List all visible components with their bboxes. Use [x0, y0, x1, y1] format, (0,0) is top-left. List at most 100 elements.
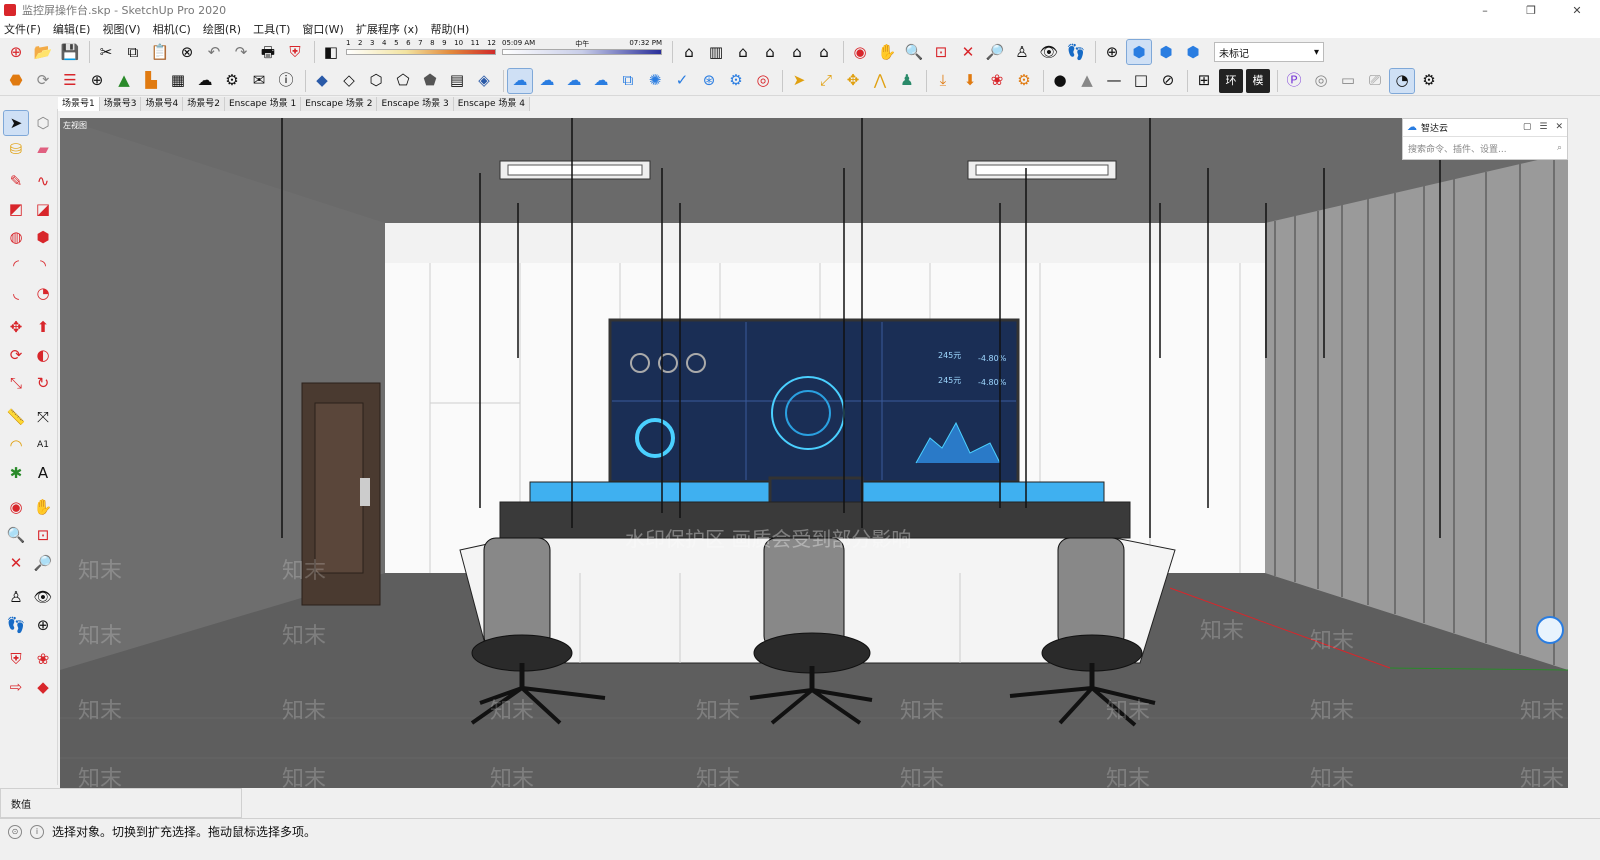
- menu-extensions[interactable]: 扩展程序 (x): [356, 21, 419, 37]
- arc-tool-icon[interactable]: ◜: [4, 253, 28, 277]
- info-icon[interactable]: ⓘ: [274, 69, 298, 93]
- panel-menu-icon[interactable]: ☰: [1539, 122, 1547, 132]
- grid-table-icon[interactable]: ⊞: [1192, 69, 1216, 93]
- rectangle-icon[interactable]: □: [1129, 69, 1153, 93]
- box-outline-icon[interactable]: ⬡: [364, 69, 388, 93]
- zoom-extents-tool-icon[interactable]: ✕: [4, 551, 28, 575]
- move-cross-icon[interactable]: ✥: [841, 69, 865, 93]
- stairs-icon[interactable]: ▙: [139, 69, 163, 93]
- erase-icon[interactable]: ⊗: [175, 40, 199, 64]
- model-text-icon[interactable]: 模: [1246, 68, 1270, 93]
- walk-icon[interactable]: 👣: [1064, 40, 1088, 64]
- paint-bucket-icon[interactable]: ⛁: [4, 137, 28, 161]
- point-icon[interactable]: ●: [1048, 69, 1072, 93]
- download-circle-icon[interactable]: ⊛: [697, 69, 721, 93]
- look-around-icon[interactable]: 👁: [1037, 40, 1061, 64]
- plugin-search-input[interactable]: 搜索命令、插件、设置... ⌕: [1403, 137, 1567, 159]
- panel-maximize-icon[interactable]: ▢: [1523, 122, 1532, 132]
- cloud-sync-icon[interactable]: ☁: [562, 69, 586, 93]
- zoom-extents-icon[interactable]: ✕: [956, 40, 980, 64]
- zoom-icon[interactable]: 🔍: [902, 40, 926, 64]
- undo-icon[interactable]: ↶: [202, 40, 226, 64]
- menu-view[interactable]: 视图(V): [102, 21, 140, 37]
- menu-draw[interactable]: 绘图(R): [203, 21, 241, 37]
- new-file-icon[interactable]: ⊕: [4, 40, 28, 64]
- top-view-icon[interactable]: ▥: [704, 40, 728, 64]
- cone-icon[interactable]: ▲: [1075, 69, 1099, 93]
- chrome-icon[interactable]: ◎: [751, 69, 775, 93]
- refresh-icon[interactable]: ⟳: [31, 69, 55, 93]
- look-around-tool-icon[interactable]: 👁: [31, 585, 55, 609]
- circle-tool-icon[interactable]: ◍: [4, 225, 28, 249]
- pan-tool-icon[interactable]: ✋: [31, 495, 55, 519]
- model-info-icon[interactable]: ⛨: [283, 40, 307, 64]
- minimize-button[interactable]: –: [1462, 0, 1508, 20]
- left-view-icon[interactable]: ⌂: [812, 40, 836, 64]
- push-pull-icon[interactable]: ⬆: [31, 315, 55, 339]
- menu-window[interactable]: 窗口(W): [302, 21, 343, 37]
- settings-circle-icon[interactable]: ⚙: [724, 69, 748, 93]
- molecule-icon[interactable]: ✺: [643, 69, 667, 93]
- warehouse-tool-icon[interactable]: ⛨: [4, 647, 28, 671]
- pencil-icon[interactable]: ✎: [4, 169, 28, 193]
- position-camera-tool-icon[interactable]: ♙: [4, 585, 28, 609]
- zoom-window-icon[interactable]: ⊡: [929, 40, 953, 64]
- cloud-search-icon[interactable]: ☁: [535, 69, 559, 93]
- checker-icon[interactable]: ▦: [166, 69, 190, 93]
- face-outline-icon[interactable]: ⬠: [391, 69, 415, 93]
- tree-icon[interactable]: ▲: [112, 69, 136, 93]
- menu-edit[interactable]: 编辑(E): [53, 21, 91, 37]
- extension-tool-icon[interactable]: ❀: [31, 647, 55, 671]
- polygon-tool-icon[interactable]: ⬢: [31, 225, 55, 249]
- iso-view-icon[interactable]: ⌂: [677, 40, 701, 64]
- menu-file[interactable]: 文件(F): [4, 21, 41, 37]
- axes-tool-icon[interactable]: ✱: [4, 461, 28, 485]
- menu-camera[interactable]: 相机(C): [153, 21, 191, 37]
- tab-scene-1[interactable]: 场景号1: [58, 97, 100, 111]
- eraser-icon[interactable]: ▰: [31, 137, 55, 161]
- zoom-tool-icon[interactable]: 🔍: [4, 523, 28, 547]
- freehand-icon[interactable]: ∿: [31, 169, 55, 193]
- arc3-tool-icon[interactable]: ◟: [4, 281, 28, 305]
- tag-select[interactable]: 未标记 ▾: [1214, 42, 1324, 62]
- move-tool-icon[interactable]: ✥: [4, 315, 28, 339]
- select-tool-icon[interactable]: ➤: [3, 110, 29, 136]
- save-icon[interactable]: 💾: [58, 40, 82, 64]
- panel-close-icon[interactable]: ✕: [1555, 122, 1563, 132]
- drop-down-icon[interactable]: ⤓: [931, 69, 955, 93]
- axes-icon[interactable]: ⊕: [1100, 40, 1124, 64]
- menu-help[interactable]: 帮助(H): [430, 21, 469, 37]
- window-expand-icon[interactable]: ⧉: [616, 69, 640, 93]
- line-icon[interactable]: —: [1102, 69, 1126, 93]
- shadow-time-slider[interactable]: 05:09 AM 中午 07:32 PM: [502, 39, 662, 65]
- face-solid-icon[interactable]: ⬟: [418, 69, 442, 93]
- view-circle-icon[interactable]: ◎: [1309, 69, 1333, 93]
- tile-icon[interactable]: ◈: [472, 69, 496, 93]
- open-folder-icon[interactable]: 📂: [31, 40, 55, 64]
- ruby-tool-icon[interactable]: ◆: [31, 675, 55, 699]
- arc2-tool-icon[interactable]: ◝: [31, 253, 55, 277]
- pie-tool-icon[interactable]: ◔: [31, 281, 55, 305]
- follow-me-icon[interactable]: ◐: [31, 343, 55, 367]
- layers-stack-icon[interactable]: ☰: [58, 69, 82, 93]
- tab-scene-4[interactable]: 场景号4: [141, 97, 184, 111]
- move-diag-icon[interactable]: ⤢: [814, 69, 838, 93]
- env-text-icon[interactable]: 环: [1219, 68, 1243, 93]
- shadow-date-slider[interactable]: 1 2 3 4 5 6 7 8 9 10 11 12: [346, 39, 496, 65]
- select-arrow-icon[interactable]: ➤: [787, 69, 811, 93]
- model-viewport[interactable]: 245元 -4.80% 245元 -4.80% 水印保护区 画质会受到部分影响 …: [60, 118, 1568, 788]
- menu-tools[interactable]: 工具(T): [253, 21, 290, 37]
- hidden-line-style-icon[interactable]: ⬢: [1154, 40, 1178, 64]
- shadows-toggle-icon[interactable]: ◧: [319, 40, 343, 64]
- copy-icon[interactable]: ⧉: [121, 40, 145, 64]
- close-button[interactable]: ✕: [1554, 0, 1600, 20]
- cube-blue-icon[interactable]: ◆: [310, 69, 334, 93]
- previous-view-icon[interactable]: 🔎: [983, 40, 1007, 64]
- rotate-tool-icon[interactable]: ⟳: [4, 343, 28, 367]
- tab-enscape-2[interactable]: Enscape 场景 2: [301, 97, 378, 111]
- cube-outline-icon[interactable]: ◇: [337, 69, 361, 93]
- mail-icon[interactable]: ✉: [247, 69, 271, 93]
- instructor-icon[interactable]: i: [30, 824, 44, 839]
- add-circle-icon[interactable]: ⊕: [85, 69, 109, 93]
- offset-tool-icon[interactable]: ↻: [31, 371, 55, 395]
